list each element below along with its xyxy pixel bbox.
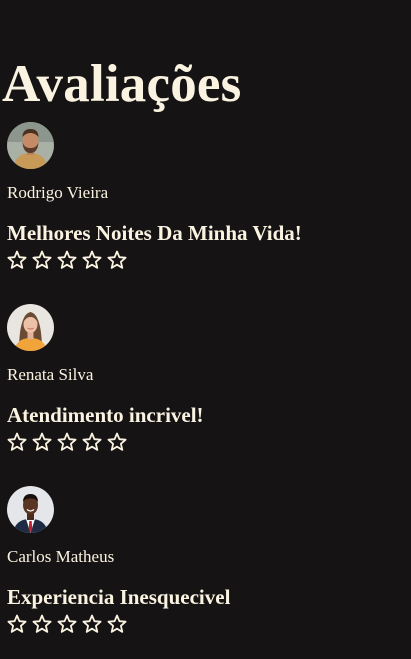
avatar	[7, 122, 54, 169]
star-icon	[82, 432, 102, 451]
page-title: Avaliações	[2, 55, 242, 113]
review-title: Experiencia Inesquecivel	[7, 585, 231, 609]
man-beard-avatar-icon	[7, 122, 54, 169]
star-icon	[32, 432, 52, 451]
star-icon	[7, 250, 27, 269]
star-rating	[7, 250, 127, 270]
star-icon	[57, 614, 77, 633]
star-icon	[107, 250, 127, 269]
star-icon	[82, 614, 102, 633]
star-icon	[107, 614, 127, 633]
star-icon	[57, 250, 77, 269]
review-title: Melhores Noites Da Minha Vida!	[7, 221, 302, 245]
star-icon	[32, 614, 52, 633]
reviewer-name: Rodrigo Vieira	[7, 183, 109, 202]
star-rating	[7, 432, 127, 452]
avatar	[7, 304, 54, 351]
avatar	[7, 486, 54, 533]
reviewer-name: Renata Silva	[7, 365, 94, 384]
star-icon	[7, 432, 27, 451]
star-rating	[7, 614, 127, 634]
man-suit-avatar-icon	[7, 486, 54, 533]
star-icon	[82, 250, 102, 269]
star-icon	[107, 432, 127, 451]
star-icon	[57, 432, 77, 451]
review-title: Atendimento incrivel!	[7, 403, 204, 427]
reviewer-name: Carlos Matheus	[7, 547, 115, 566]
star-icon	[32, 250, 52, 269]
woman-avatar-icon	[7, 304, 54, 351]
star-icon	[7, 614, 27, 633]
